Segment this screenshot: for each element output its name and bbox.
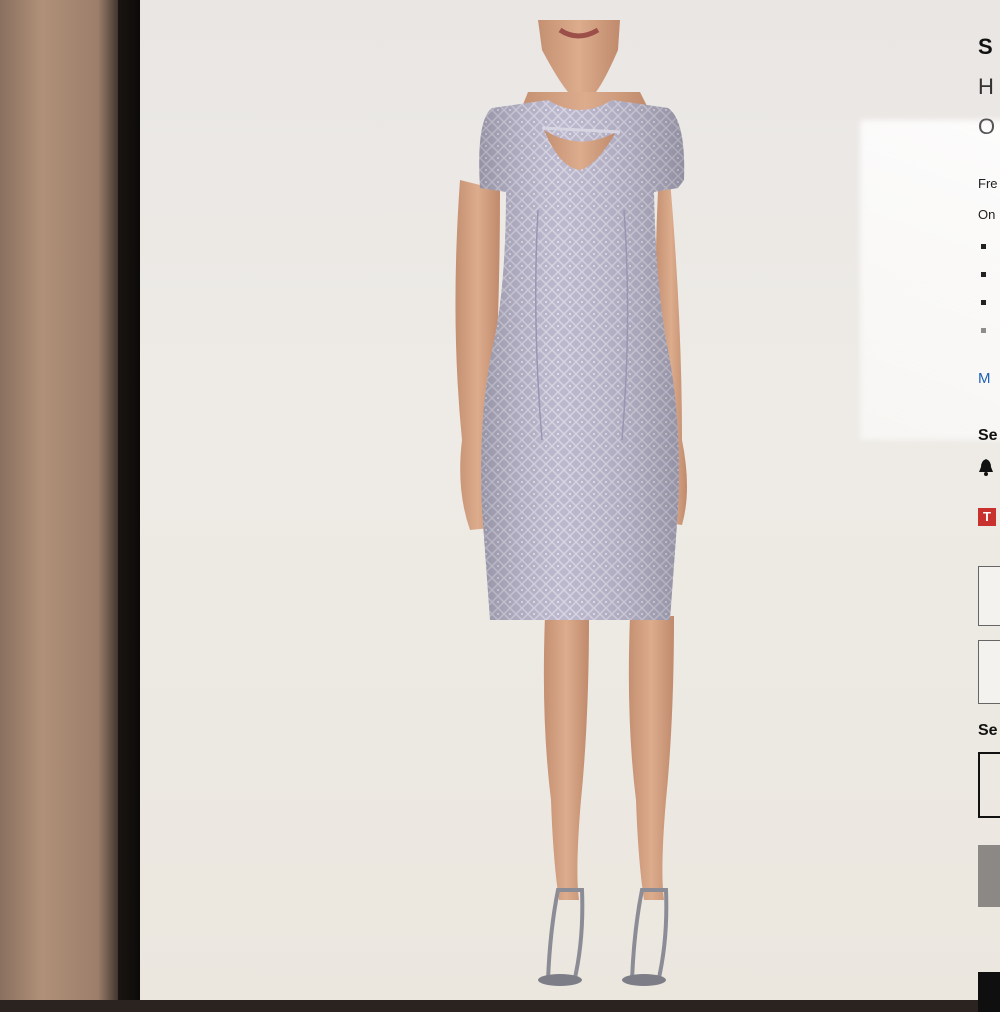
product-brand: S xyxy=(978,34,993,59)
size-section-label: Se xyxy=(978,722,998,739)
browser-screen xyxy=(140,0,1000,1000)
size-option-selected[interactable] xyxy=(978,752,1000,818)
more-details-link[interactable]: M xyxy=(978,370,991,387)
option-box-1[interactable] xyxy=(978,566,1000,626)
detail-bullet xyxy=(981,272,986,277)
detail-bullet xyxy=(981,328,986,333)
monitor-edge xyxy=(118,0,140,1000)
product-name: H xyxy=(978,74,994,99)
bell-icon[interactable] xyxy=(978,458,994,476)
add-to-bag-button[interactable] xyxy=(978,845,1000,907)
checkout-button[interactable] xyxy=(978,972,1000,1012)
online-note: On xyxy=(978,207,996,222)
shipping-note: Fre xyxy=(978,176,998,191)
option-box-2[interactable] xyxy=(978,640,1000,704)
detail-bullet xyxy=(981,244,986,249)
promo-badge: T xyxy=(978,508,996,526)
color-section-label: Se xyxy=(978,427,998,444)
product-details-panel: S H O Fre On M Se T Se xyxy=(978,0,1000,1012)
product-price: O xyxy=(978,114,996,139)
detail-bullet xyxy=(981,300,986,305)
product-image-dress[interactable] xyxy=(420,20,740,1000)
